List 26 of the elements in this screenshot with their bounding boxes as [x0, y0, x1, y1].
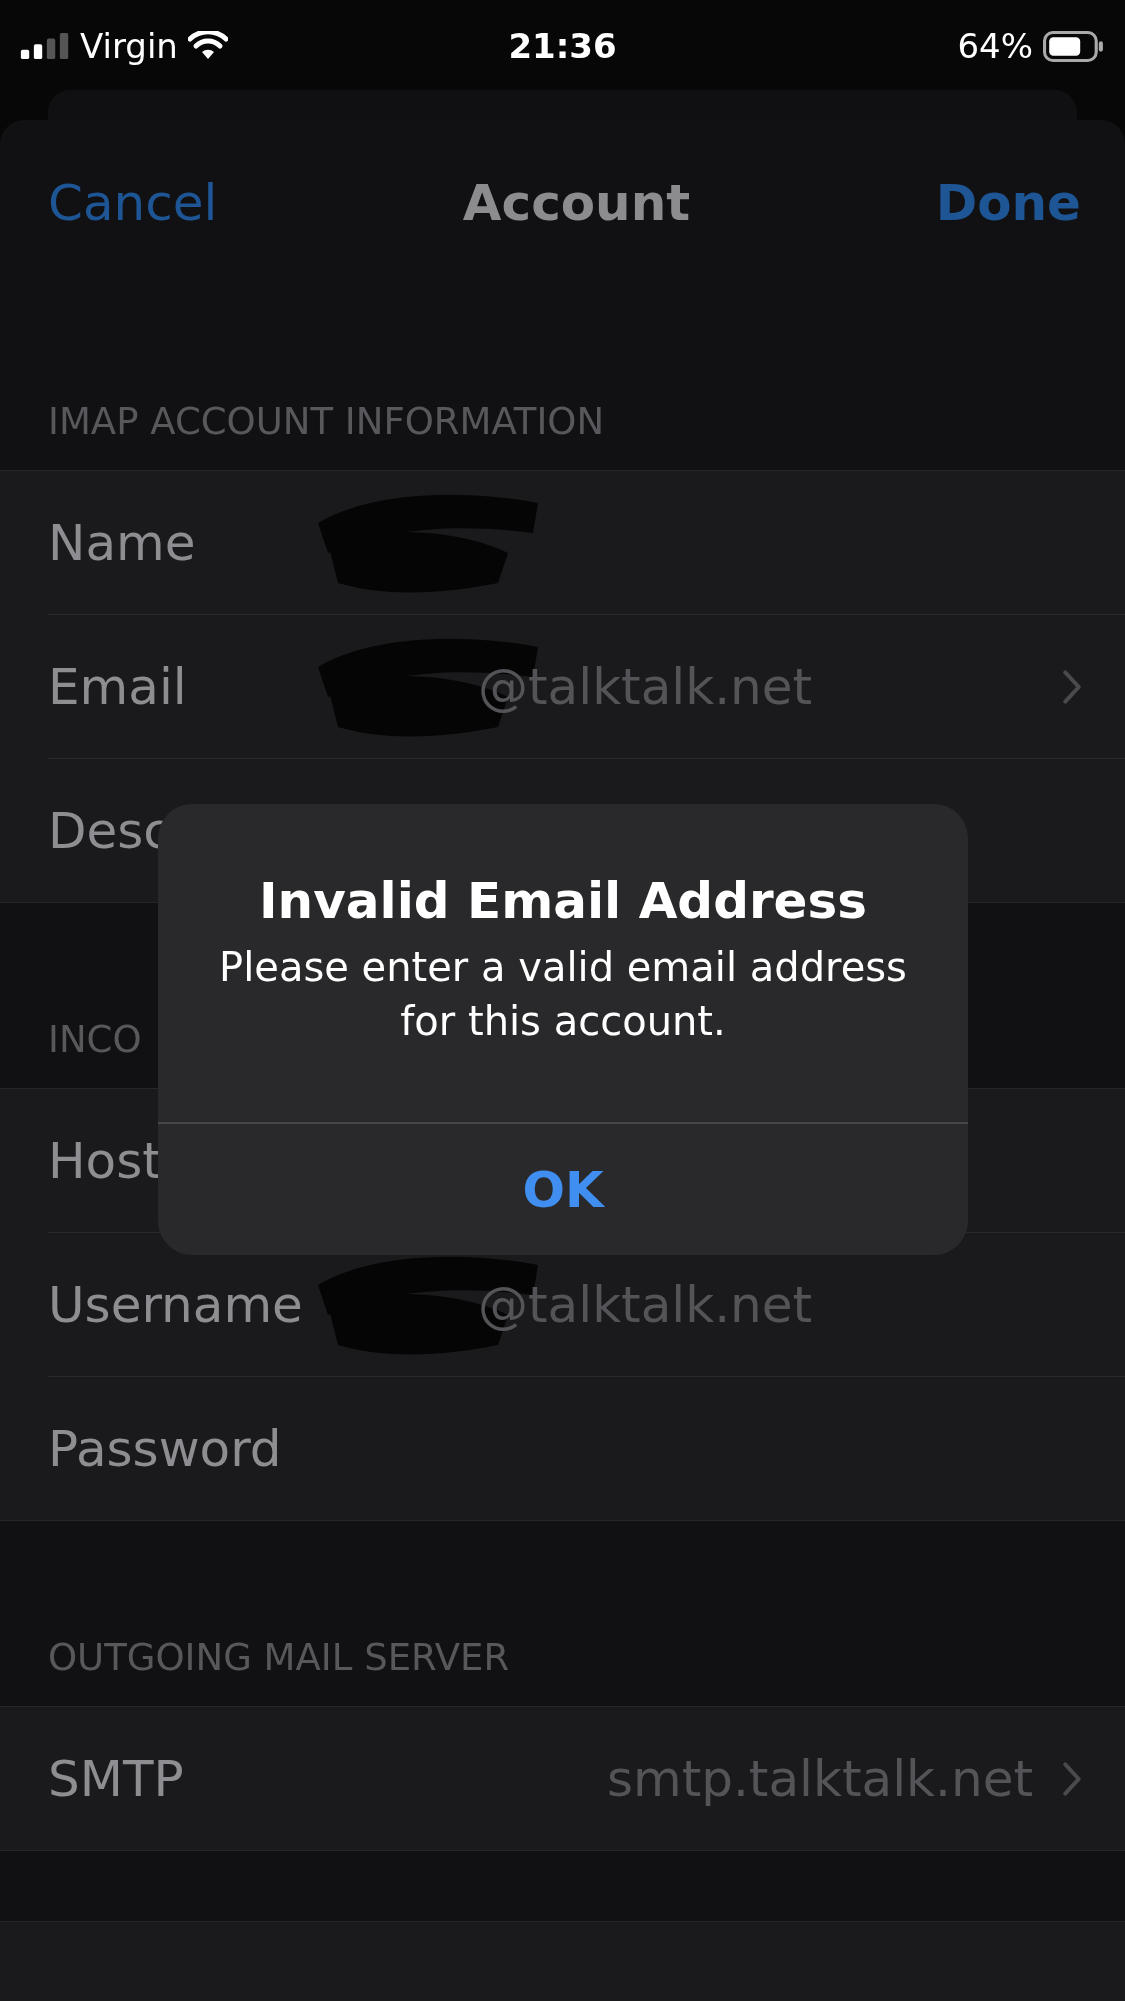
- row-label: Email: [48, 657, 188, 716]
- battery-icon: [1043, 30, 1105, 62]
- row-label: Username: [48, 1275, 304, 1334]
- section-header: IMAP ACCOUNT INFORMATION: [48, 400, 605, 445]
- settings-row[interactable]: SMTP smtp.talktalk.net: [48, 1707, 1125, 1850]
- row-value: @talktalk.net: [478, 657, 813, 716]
- row-value: @talktalk.net: [478, 1275, 813, 1334]
- row-label: Password: [48, 1419, 283, 1478]
- row-value: smtp.talktalk.net: [606, 1749, 1033, 1808]
- settings-row[interactable]: Name: [48, 471, 1125, 615]
- row-label: SMTP: [48, 1749, 185, 1808]
- settings-row[interactable]: Email @talktalk.net: [48, 615, 1125, 759]
- section-header: INCO: [48, 1018, 142, 1063]
- nav-title: Account: [462, 173, 691, 232]
- signal-icon: [20, 33, 70, 59]
- chevron-icon: [1063, 669, 1081, 704]
- section-header: OUTGOING MAIL SERVER: [48, 1636, 510, 1681]
- battery-percent: 64%: [957, 26, 1033, 66]
- carrier-name: Virgin: [80, 26, 178, 66]
- alert-title: Invalid Email Address: [258, 872, 868, 930]
- chevron-icon: [1063, 1761, 1081, 1796]
- wifi-icon: [187, 31, 228, 61]
- alert-message: Please enter a valid email address for this account.: [218, 943, 908, 1046]
- row-label: Name: [48, 513, 197, 572]
- settings-row[interactable]: Password: [48, 1377, 1125, 1520]
- clock-time: 21:36: [508, 26, 617, 66]
